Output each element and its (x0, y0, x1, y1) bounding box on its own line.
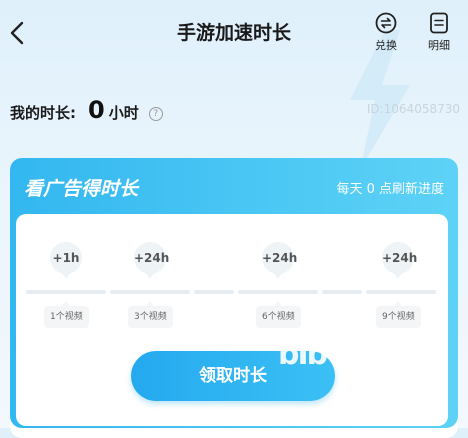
progress-track-segment (110, 290, 190, 294)
step-reward-node: +1h (50, 242, 82, 274)
step-pin (393, 272, 403, 279)
step-reward-node: +24h (262, 242, 297, 274)
detail-label: 明细 (428, 39, 450, 52)
balance-unit: 小时 (108, 104, 139, 122)
balance-row: 我的时长: 0 小时 ? (10, 96, 163, 126)
ad-card-title: 看广告得时长 (24, 178, 139, 200)
exchange-button[interactable]: 兑换 (366, 12, 406, 53)
claim-time-button[interactable]: 领取时长 (131, 351, 335, 401)
exchange-label: 兑换 (375, 39, 397, 52)
exchange-icon (375, 12, 397, 34)
step-pin (273, 272, 283, 279)
help-icon[interactable]: ? (148, 107, 163, 121)
chevron-left-icon (10, 21, 24, 45)
step-video-count: 6个视频 (256, 301, 301, 328)
step-reward-node: +24h (134, 242, 169, 274)
step-pin (145, 272, 155, 279)
progress-track-segment (238, 290, 318, 294)
user-id: ID:1064058730 (366, 102, 460, 116)
step-video-count: 1个视频 (44, 301, 89, 328)
list-document-icon (430, 12, 448, 34)
step-video-count: 3个视频 (128, 301, 173, 328)
back-button[interactable] (6, 18, 28, 48)
progress-track-segment (366, 290, 436, 294)
progress-track-segment (26, 290, 106, 294)
balance-value: 0 (88, 96, 105, 124)
detail-button[interactable]: 明细 (419, 12, 459, 53)
step-reward-node: +24h (382, 242, 417, 274)
progress-track-segment (322, 290, 362, 294)
progress-track-segment (194, 290, 234, 294)
step-pin (61, 272, 71, 279)
step-video-count: 9个视频 (376, 301, 421, 328)
balance-label: 我的时长: (10, 104, 76, 122)
top-bar: 手游加速时长 兑换 明细 (0, 0, 468, 66)
refresh-note: 每天 0 点刷新进度 (336, 182, 444, 197)
